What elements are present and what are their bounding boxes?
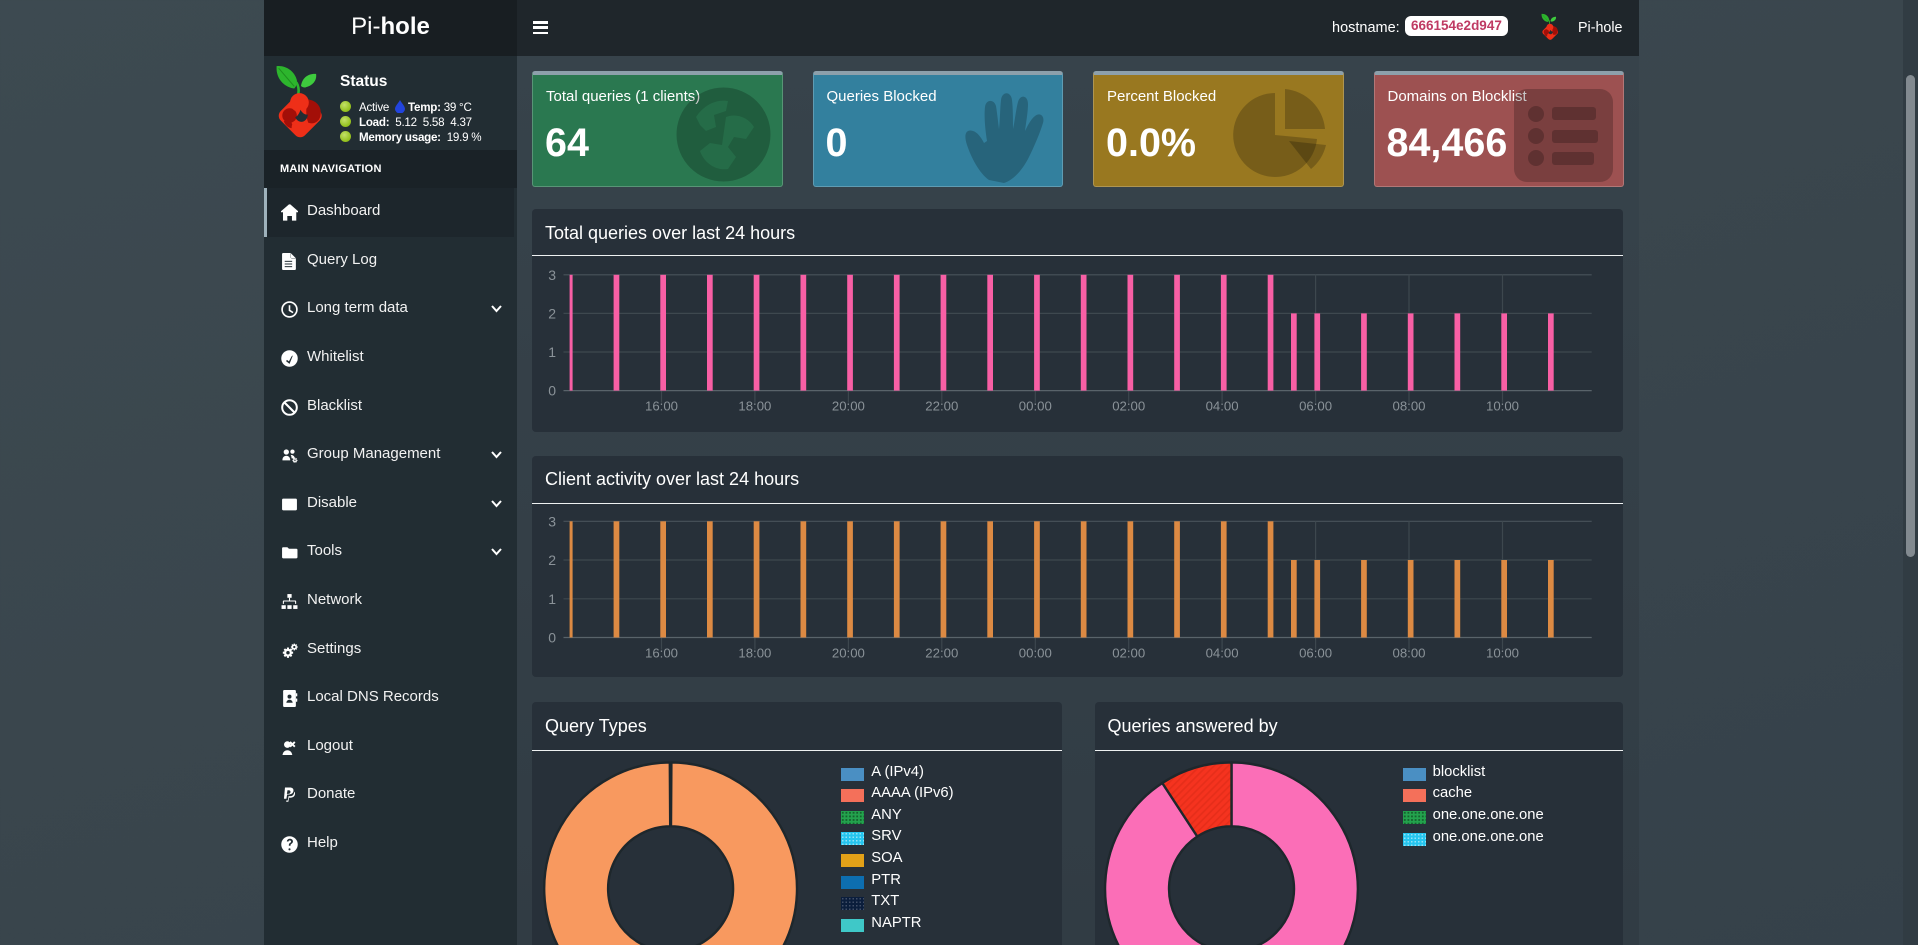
svg-text:2: 2 [548, 305, 556, 321]
svg-text:16:00: 16:00 [645, 646, 678, 661]
svg-text:00:00: 00:00 [1019, 646, 1052, 661]
svg-text:20:00: 20:00 [832, 646, 865, 661]
svg-text:22:00: 22:00 [925, 399, 958, 414]
svg-text:1: 1 [548, 591, 556, 607]
svg-text:3: 3 [548, 267, 556, 283]
svg-text:0: 0 [548, 630, 556, 646]
svg-text:02:00: 02:00 [1112, 399, 1145, 414]
svg-text:20:00: 20:00 [832, 399, 865, 414]
svg-text:22:00: 22:00 [925, 646, 958, 661]
svg-text:10:00: 10:00 [1486, 399, 1519, 414]
svg-text:02:00: 02:00 [1112, 646, 1145, 661]
svg-text:18:00: 18:00 [738, 646, 771, 661]
svg-text:04:00: 04:00 [1206, 646, 1239, 661]
svg-text:18:00: 18:00 [738, 399, 771, 414]
svg-text:3: 3 [548, 513, 556, 529]
svg-text:16:00: 16:00 [645, 399, 678, 414]
svg-text:08:00: 08:00 [1392, 399, 1425, 414]
svg-text:10:00: 10:00 [1486, 646, 1519, 661]
svg-text:0: 0 [548, 383, 556, 399]
svg-text:08:00: 08:00 [1392, 646, 1425, 661]
svg-text:06:00: 06:00 [1299, 399, 1332, 414]
svg-text:00:00: 00:00 [1019, 399, 1052, 414]
svg-text:06:00: 06:00 [1299, 646, 1332, 661]
svg-text:1: 1 [548, 344, 556, 360]
svg-text:2: 2 [548, 552, 556, 568]
svg-text:04:00: 04:00 [1206, 399, 1239, 414]
